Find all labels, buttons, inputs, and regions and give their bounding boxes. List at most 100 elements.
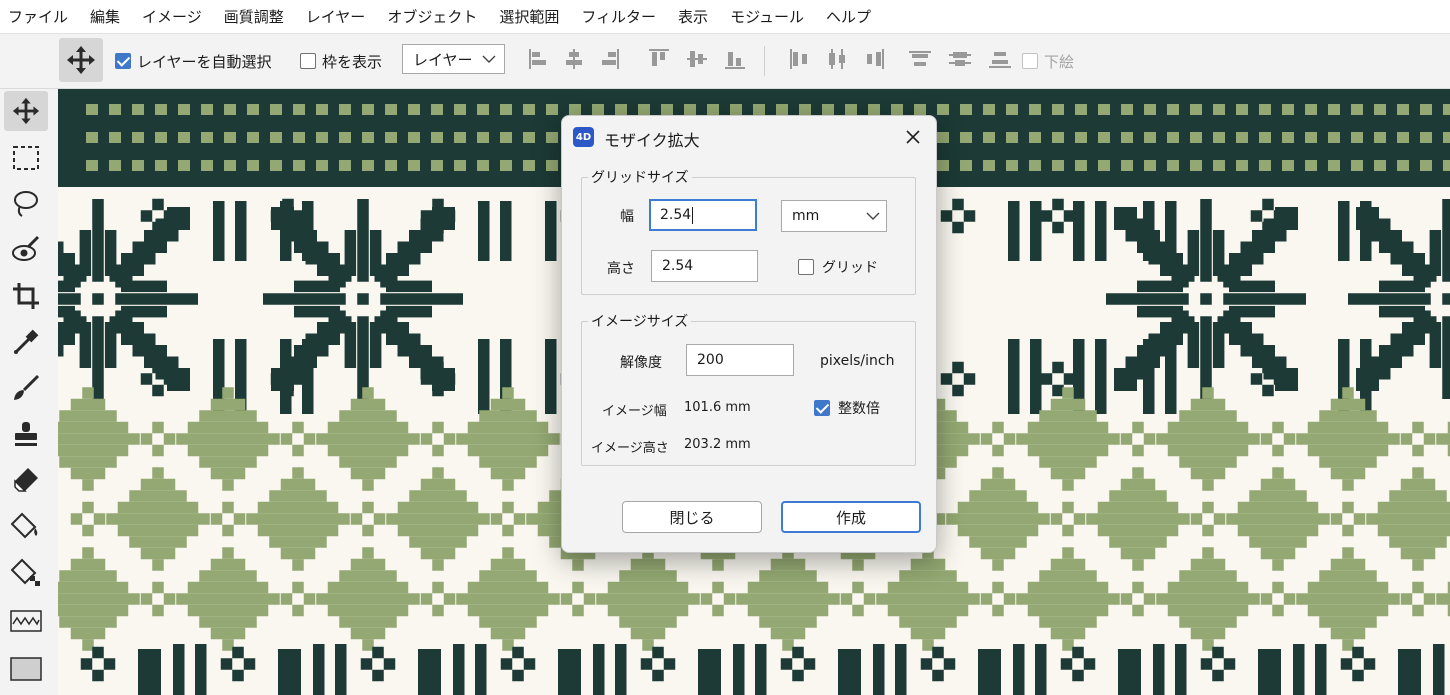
- star-petal: [1187, 322, 1200, 368]
- resolution-value: 200: [697, 352, 724, 368]
- menu-object[interactable]: オブジェクト: [377, 6, 489, 27]
- distribute-bottom-icon[interactable]: [988, 48, 1012, 70]
- diamond-row: [210, 558, 246, 571]
- stamp-tool[interactable]: [4, 414, 48, 454]
- diamond-row: [140, 478, 176, 491]
- distribute-middle-icon[interactable]: [948, 48, 972, 70]
- lasso-tool[interactable]: [4, 184, 48, 224]
- bottom-block: [558, 649, 581, 695]
- menu-layer[interactable]: レイヤー: [296, 6, 378, 27]
- band-dot: [408, 160, 420, 171]
- menu-image[interactable]: イメージ: [132, 6, 214, 27]
- bottom-bar: [1035, 644, 1047, 695]
- band-dot: [155, 132, 167, 143]
- diamond-row: [1226, 513, 1330, 525]
- cross-cell: [963, 210, 976, 222]
- grid-checkbox[interactable]: [798, 259, 814, 275]
- diamond-row: [502, 479, 514, 491]
- star-petal: [1229, 280, 1275, 293]
- align-left-icon[interactable]: [528, 48, 548, 70]
- integer-label: 整数倍: [838, 401, 880, 417]
- menu-edit[interactable]: 編集: [80, 6, 132, 27]
- grid-option[interactable]: グリッド: [798, 257, 878, 277]
- menu-module[interactable]: モジュール: [720, 6, 816, 27]
- cross-cell: [432, 421, 444, 434]
- menu-filter[interactable]: フィルター: [571, 6, 668, 27]
- diamond-row: [362, 479, 374, 491]
- align-bottom-icon[interactable]: [724, 48, 746, 70]
- resolution-input[interactable]: 200: [686, 344, 794, 376]
- auto-select-checkbox[interactable]: [115, 53, 131, 69]
- cross-cell: [70, 513, 83, 525]
- marquee-tool[interactable]: [4, 138, 48, 178]
- star-petal: [79, 230, 92, 276]
- show-bounds-checkbox[interactable]: [300, 53, 316, 69]
- cross-cell: [350, 513, 363, 525]
- magic-eye-tool[interactable]: [4, 230, 48, 270]
- unit-select[interactable]: mm: [781, 200, 887, 232]
- width-input[interactable]: 2.54: [649, 199, 757, 231]
- align-center-h-icon[interactable]: [564, 48, 584, 70]
- cross-cell: [220, 658, 233, 670]
- diamond-row: [1249, 536, 1307, 548]
- diamond-row: [82, 547, 94, 559]
- cross-cell: [1202, 501, 1214, 514]
- height-input[interactable]: 2.54: [651, 250, 758, 282]
- align-top-icon[interactable]: [648, 48, 670, 70]
- cross-cell: [420, 373, 433, 385]
- distribute-left-icon[interactable]: [788, 48, 810, 70]
- cross-cell: [652, 646, 664, 659]
- menu-adjust[interactable]: 画質調整: [214, 6, 296, 27]
- cross-cell: [163, 593, 176, 605]
- align-middle-icon[interactable]: [686, 48, 708, 70]
- brush-tool[interactable]: [4, 368, 48, 408]
- star-petal: [369, 322, 382, 368]
- diamond-row: [117, 524, 199, 537]
- cross-cell: [92, 646, 104, 659]
- cross-cell: [640, 658, 653, 670]
- underlay-option[interactable]: 下絵: [1022, 34, 1074, 88]
- wave-tool[interactable]: [4, 601, 48, 641]
- dialog-titlebar[interactable]: 4D モザイク拡大: [562, 116, 936, 158]
- cross-cell: [500, 658, 513, 670]
- integer-checkbox[interactable]: [814, 400, 830, 416]
- move-tool-button[interactable]: [59, 38, 103, 82]
- text-caret: [692, 206, 694, 224]
- distribute-right-icon[interactable]: [864, 48, 886, 70]
- diamond-row: [1027, 604, 1109, 617]
- crop-tool[interactable]: [4, 276, 48, 316]
- underlay-checkbox[interactable]: [1022, 53, 1038, 69]
- menu-file[interactable]: ファイル: [0, 6, 80, 27]
- menu-select[interactable]: 選択範囲: [489, 6, 571, 27]
- move-tool[interactable]: [4, 91, 48, 131]
- distribute-top-icon[interactable]: [908, 48, 932, 70]
- band-dot: [362, 160, 374, 171]
- cross-cell: [952, 221, 964, 234]
- cross-cell: [232, 669, 244, 682]
- cross-cell: [1132, 581, 1144, 594]
- rectangle-tool[interactable]: [4, 649, 48, 689]
- eyedropper-tool[interactable]: [4, 322, 48, 362]
- band-dot: [385, 132, 397, 143]
- bottom-bar: [1153, 644, 1165, 695]
- move-icon: [67, 46, 95, 74]
- eyedropper-icon: [14, 329, 39, 354]
- diamond-row: [70, 558, 106, 571]
- layer-select[interactable]: レイヤー: [402, 44, 505, 74]
- close-button[interactable]: [898, 122, 928, 152]
- bar: [545, 339, 557, 414]
- show-bounds-option[interactable]: 枠を表示: [300, 34, 382, 88]
- diamond-row: [607, 581, 689, 594]
- distribute-center-icon[interactable]: [826, 48, 848, 70]
- fill-tool[interactable]: [4, 506, 48, 546]
- eraser-tool[interactable]: [4, 460, 48, 500]
- auto-select-option[interactable]: レイヤーを自動選択: [115, 34, 272, 88]
- close-dialog-button[interactable]: 閉じる: [622, 501, 762, 533]
- menu-view[interactable]: 表示: [668, 6, 720, 27]
- diamond-row: [210, 398, 246, 411]
- integer-option[interactable]: 整数倍: [814, 398, 880, 418]
- menu-help[interactable]: ヘルプ: [816, 6, 883, 27]
- create-button[interactable]: 作成: [781, 501, 921, 533]
- align-right-icon[interactable]: [600, 48, 620, 70]
- pattern-fill-tool[interactable]: [4, 552, 48, 592]
